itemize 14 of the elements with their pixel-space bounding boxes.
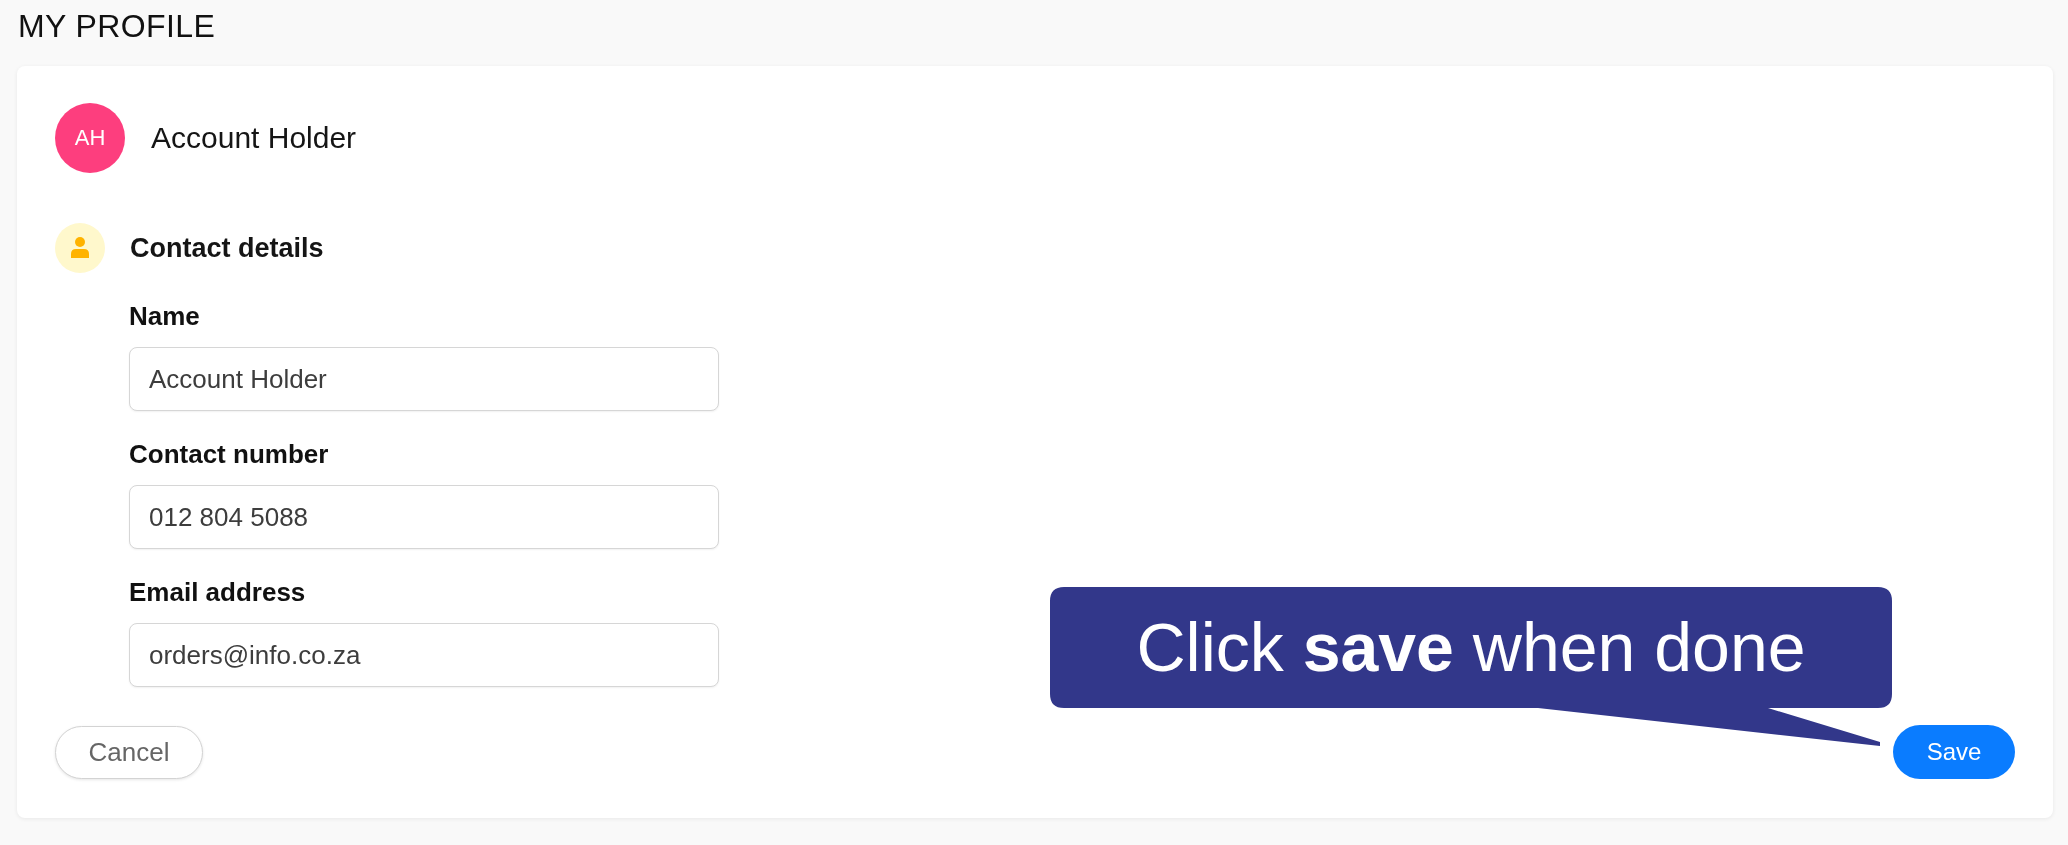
- callout-text: Click save when done: [1136, 608, 1806, 687]
- text-field[interactable]: orders@info.co.za: [129, 623, 719, 687]
- field-label: Contact number: [129, 438, 329, 470]
- page-title: MY PROFILE: [18, 7, 216, 46]
- cancel-button[interactable]: Cancel: [55, 725, 203, 779]
- field-label: Name: [129, 300, 200, 332]
- account-name: Account Holder: [151, 120, 357, 156]
- section-title: Contact details: [130, 232, 324, 265]
- field-label: Email address: [129, 576, 306, 608]
- save-button[interactable]: Save: [1893, 725, 2015, 779]
- text-field[interactable]: 012 804 5088: [129, 485, 719, 549]
- person-icon: [55, 223, 105, 273]
- text-field[interactable]: Account Holder: [129, 347, 719, 411]
- avatar: AH: [55, 103, 125, 173]
